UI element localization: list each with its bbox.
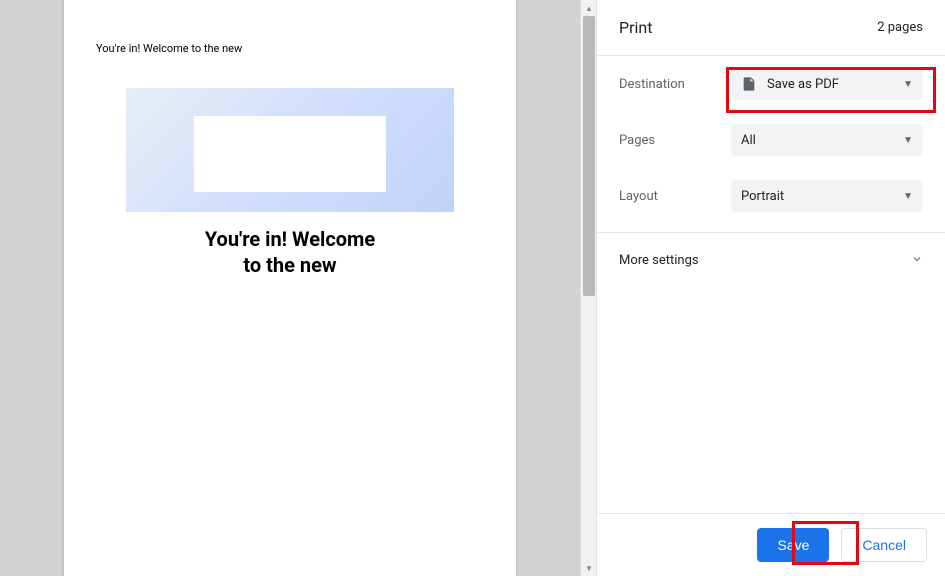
page-count: 2 pages [877, 20, 923, 35]
preview-scrollbar[interactable]: ▲ ▼ [580, 0, 596, 576]
panel-body: Print 2 pages Destination Save as PDF ▼ … [597, 0, 945, 513]
destination-label: Destination [619, 77, 731, 92]
preview-heading: You're in! Welcome to the new [64, 226, 516, 278]
preview-banner [126, 88, 454, 212]
cancel-button[interactable]: Cancel [841, 528, 927, 562]
preview-heading-line2: to the new [243, 253, 336, 277]
scroll-thumb[interactable] [583, 16, 595, 296]
layout-label: Layout [619, 189, 731, 204]
chevron-down-icon [911, 253, 923, 268]
pages-value: All [741, 133, 756, 148]
print-preview-area: You're in! Welcome to the new You're in!… [0, 0, 580, 576]
caret-down-icon: ▼ [903, 135, 913, 146]
pages-select[interactable]: All ▼ [731, 124, 923, 156]
scroll-up-icon[interactable]: ▲ [581, 0, 597, 16]
caret-down-icon: ▼ [903, 191, 913, 202]
panel-footer: Save Cancel [597, 513, 945, 576]
pdf-icon [741, 76, 757, 92]
destination-value: Save as PDF [767, 77, 839, 92]
option-row-destination: Destination Save as PDF ▼ [597, 56, 945, 112]
caret-down-icon: ▼ [903, 79, 913, 90]
print-panel: Print 2 pages Destination Save as PDF ▼ … [596, 0, 945, 576]
panel-header: Print 2 pages [597, 0, 945, 56]
scroll-down-icon[interactable]: ▼ [581, 560, 597, 576]
more-settings-toggle[interactable]: More settings [597, 232, 945, 288]
preview-banner-inner [194, 116, 386, 192]
preview-page: You're in! Welcome to the new You're in!… [64, 0, 516, 576]
layout-value: Portrait [741, 189, 784, 204]
option-row-layout: Layout Portrait ▼ [597, 168, 945, 224]
destination-select[interactable]: Save as PDF ▼ [731, 68, 923, 100]
save-button[interactable]: Save [757, 528, 829, 562]
option-row-pages: Pages All ▼ [597, 112, 945, 168]
preview-heading-line1: You're in! Welcome [205, 227, 375, 251]
pages-label: Pages [619, 133, 731, 148]
preview-header-text: You're in! Welcome to the new [96, 42, 242, 55]
layout-select[interactable]: Portrait ▼ [731, 180, 923, 212]
panel-title: Print [619, 18, 652, 37]
more-settings-label: More settings [619, 253, 699, 268]
